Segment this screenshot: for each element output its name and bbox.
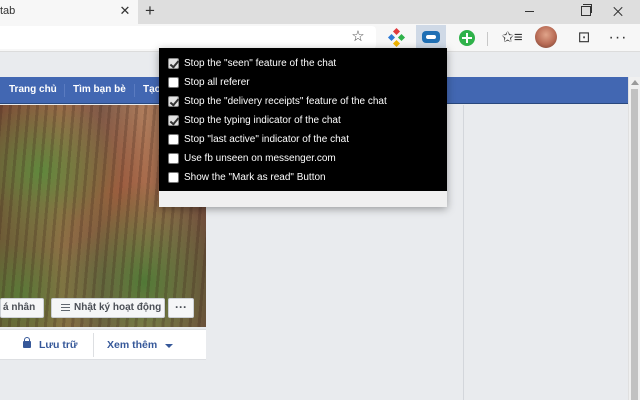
address-bar[interactable]: ☆	[0, 26, 376, 49]
checkbox[interactable]	[168, 77, 179, 88]
new-tab-button[interactable]: +	[141, 1, 159, 21]
list-icon	[61, 303, 70, 313]
option-label: Use fb unseen on messenger.com	[184, 153, 336, 164]
feedback-icon[interactable]: ⊡	[573, 27, 595, 49]
nav-separator	[134, 84, 135, 97]
checkbox[interactable]	[168, 153, 179, 164]
browser-tab[interactable]: tab ✕	[0, 0, 138, 24]
lock-icon	[23, 337, 31, 348]
checkbox[interactable]	[168, 115, 179, 126]
plus-circle-icon	[459, 30, 475, 46]
scrollbar-thumb[interactable]	[631, 89, 638, 400]
activity-log-label: Nhật ký hoạt động	[74, 302, 162, 313]
checkbox[interactable]	[168, 172, 179, 183]
caret-down-icon[interactable]	[165, 344, 173, 348]
more-options-button[interactable]: ···	[168, 298, 194, 318]
right-column-border	[463, 105, 464, 400]
edit-profile-button[interactable]: á nhân	[0, 298, 44, 318]
toolbar-divider	[487, 32, 488, 46]
timeline-separator	[93, 333, 94, 357]
option-label: Stop all referer	[184, 77, 250, 88]
fb-unseen-extension-icon[interactable]	[416, 25, 446, 50]
edit-profile-label: á nhân	[3, 302, 36, 313]
option-label: Stop the "seen" feature of the chat	[184, 58, 337, 69]
activity-log-button[interactable]: Nhật ký hoạt động	[51, 298, 165, 318]
see-more-link[interactable]: Xem thêm	[107, 339, 157, 351]
checkbox[interactable]	[168, 134, 179, 145]
page-scrollbar[interactable]	[628, 77, 640, 400]
option-label: Stop "last active" indicator of the chat	[184, 134, 349, 145]
add-extension-icon[interactable]	[456, 27, 478, 49]
option-label: Stop the typing indicator of the chat	[184, 115, 341, 126]
timeline-nav: Lưu trữ Xem thêm	[0, 329, 206, 360]
popup-options-panel: Stop the "seen" feature of the chat Stop…	[159, 48, 447, 191]
extension-badge-icon	[422, 31, 440, 43]
tab-strip: tab ✕ +	[0, 0, 640, 24]
checkbox[interactable]	[168, 96, 179, 107]
option-label: Stop the "delivery receipts" feature of …	[184, 96, 387, 107]
favorites-icon[interactable]: ✩≡	[501, 27, 523, 49]
scroll-up-icon[interactable]	[631, 80, 639, 85]
option-label: Show the "Mark as read" Button	[184, 172, 326, 183]
close-window-button[interactable]	[594, 0, 640, 24]
close-tab-icon[interactable]: ✕	[118, 3, 132, 19]
profile-avatar[interactable]	[535, 26, 557, 48]
extension-grid-icon[interactable]	[386, 27, 408, 49]
tab-title: tab	[0, 5, 16, 17]
star-icon[interactable]: ☆	[350, 29, 366, 45]
nav-home[interactable]: Trang chủ	[9, 84, 57, 95]
extension-popup: Stop the "seen" feature of the chat Stop…	[159, 48, 447, 207]
settings-menu-icon[interactable]: ···	[607, 27, 629, 49]
nav-separator	[64, 84, 65, 97]
archive-link[interactable]: Lưu trữ	[39, 339, 78, 351]
nav-find-friends[interactable]: Tìm bạn bè	[73, 84, 126, 95]
minimize-button[interactable]	[506, 0, 552, 24]
checkbox[interactable]	[168, 58, 179, 69]
